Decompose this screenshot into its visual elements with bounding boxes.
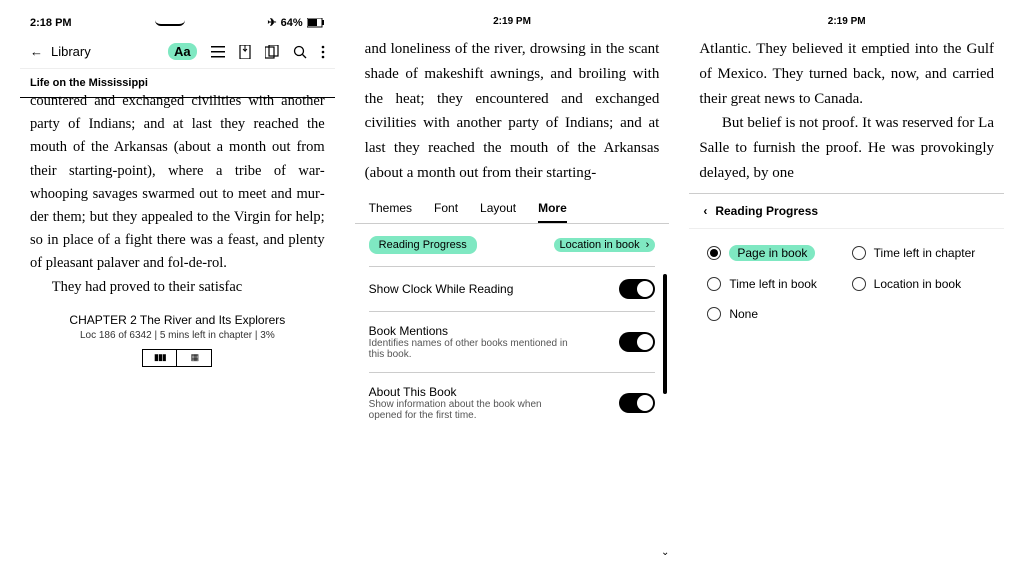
settings-tabs: Themes Font Layout More — [355, 193, 670, 224]
location-in-book-button[interactable]: Location in book › — [554, 238, 656, 252]
footer-chapter: CHAPTER 2 The River and Its Explorers — [30, 313, 325, 327]
share-icon[interactable] — [265, 45, 279, 59]
display-settings-button[interactable]: Aa — [168, 43, 197, 60]
single-page-icon: ▮▮▮ — [143, 350, 177, 366]
option-none[interactable]: None — [707, 307, 841, 321]
setting-show-clock: Show Clock While Reading — [369, 266, 656, 311]
reader-footer: CHAPTER 2 The River and Its Explorers Lo… — [20, 303, 335, 377]
panel-reader-toolbar: 2:18 PM ✈ 64% ← Library Aa — [20, 10, 335, 566]
progress-options: Page in book Time left in chapter Time l… — [689, 229, 1004, 337]
radio-icon — [852, 277, 866, 291]
chevron-left-icon: ‹ — [703, 204, 707, 218]
arrow-left-icon: ← — [30, 44, 43, 59]
grid-page-icon: ▦ — [177, 350, 211, 366]
footer-location: Loc 186 of 6342 | 5 mins left in chapter… — [30, 330, 325, 341]
radio-icon — [707, 246, 721, 260]
reading-progress-label: Reading Progress — [369, 236, 477, 254]
status-bar: 2:18 PM ✈ 64% — [20, 10, 335, 35]
setting-label: About This Book — [369, 385, 569, 399]
option-page-in-book[interactable]: Page in book — [707, 245, 841, 261]
reading-progress-header[interactable]: ‹ Reading Progress — [689, 193, 1004, 229]
status-battery: 64% — [281, 17, 303, 29]
option-label: Time left in book — [729, 277, 817, 291]
option-label: Page in book — [729, 245, 815, 261]
option-location-in-book[interactable]: Location in book — [852, 277, 986, 291]
body-paragraph: They had proved to their satisfac­ — [30, 276, 325, 299]
toc-icon[interactable] — [211, 45, 225, 59]
battery-icon — [307, 18, 325, 28]
search-icon[interactable] — [293, 45, 307, 59]
setting-label: Book Mentions — [369, 324, 569, 338]
setting-book-mentions: Book Mentions Identifies names of other … — [369, 311, 656, 372]
library-back-button[interactable]: ← Library — [30, 44, 91, 59]
body-paragraph: and loneliness of the river, drowsing in… — [365, 37, 660, 186]
tab-themes[interactable]: Themes — [369, 201, 412, 223]
setting-about-book: About This Book Show information about t… — [369, 372, 656, 433]
status-time: 2:19 PM — [355, 10, 670, 33]
toggle-switch[interactable] — [619, 332, 655, 352]
header-label: Reading Progress — [715, 204, 818, 218]
reader-body[interactable]: countered and exchanged civilities with … — [20, 97, 335, 303]
tab-more[interactable]: More — [538, 201, 567, 223]
drag-handle-icon — [155, 20, 185, 26]
scrollbar[interactable] — [663, 274, 667, 394]
option-label: None — [729, 307, 758, 321]
toggle-switch[interactable] — [619, 279, 655, 299]
status-time: 2:19 PM — [689, 10, 1004, 33]
reader-toolbar: ← Library Aa — [20, 35, 335, 69]
radio-icon — [707, 277, 721, 291]
setting-sublabel: Show information about the book when ope… — [369, 399, 569, 421]
option-time-left-book[interactable]: Time left in book — [707, 277, 841, 291]
tab-layout[interactable]: Layout — [480, 201, 516, 223]
page-view-toggle[interactable]: ▮▮▮ ▦ — [142, 349, 212, 367]
setting-sublabel: Identifies names of other books mentione… — [369, 338, 569, 360]
panel-reading-progress: 2:19 PM Atlantic. They believed it empti… — [689, 10, 1004, 566]
chevron-right-icon: › — [646, 239, 650, 251]
settings-panel: Reading Progress Location in book › Show… — [355, 224, 670, 566]
setting-label: Show Clock While Reading — [369, 282, 514, 296]
bookmark-icon[interactable] — [239, 45, 251, 59]
reader-body-preview: and loneliness of the river, drowsing in… — [355, 33, 670, 193]
airplane-icon: ✈ — [267, 16, 276, 29]
option-time-left-chapter[interactable]: Time left in chapter — [852, 245, 986, 261]
body-paragraph: Atlantic. They believed it emptied into … — [699, 37, 994, 111]
body-paragraph: countered and exchanged civilities with … — [30, 90, 325, 276]
body-paragraph: But belief is not proof. It was re­serve… — [699, 111, 994, 185]
radio-icon — [707, 307, 721, 321]
tab-font[interactable]: Font — [434, 201, 458, 223]
location-label: Location in book — [560, 239, 640, 251]
panel-display-settings: 2:19 PM and loneliness of the river, dro… — [355, 10, 670, 566]
option-label: Location in book — [874, 277, 961, 291]
library-label: Library — [51, 44, 91, 59]
toggle-switch[interactable] — [619, 393, 655, 413]
chevron-down-icon: ⌄ — [661, 547, 669, 558]
radio-icon — [852, 246, 866, 260]
option-label: Time left in chapter — [874, 246, 976, 260]
reader-body-preview: Atlantic. They believed it emptied into … — [689, 33, 1004, 193]
more-menu-icon[interactable] — [321, 45, 325, 59]
status-time: 2:18 PM — [30, 17, 72, 29]
